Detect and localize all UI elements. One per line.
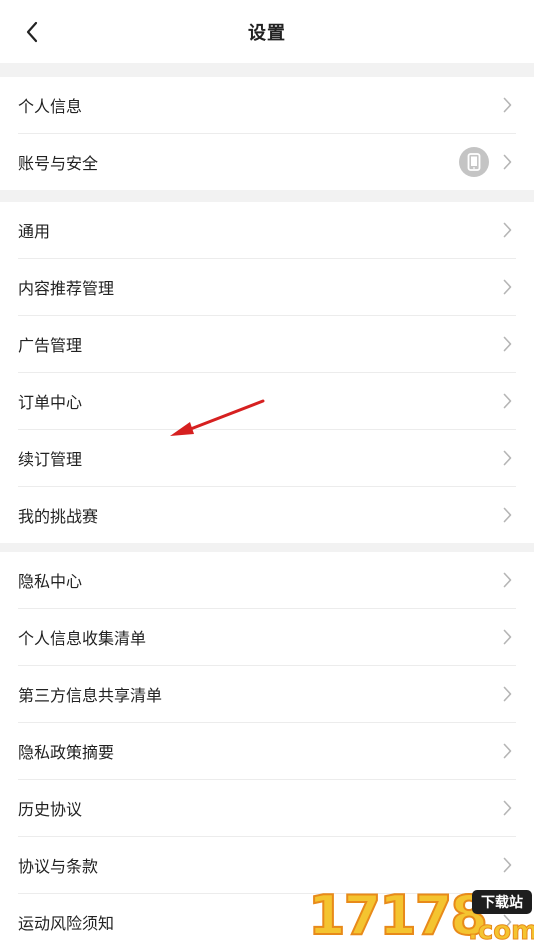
settings-item-history-agreements[interactable]: 历史协议 bbox=[18, 780, 516, 837]
chevron-right-icon bbox=[503, 97, 512, 113]
chevron-right-icon bbox=[503, 393, 512, 409]
watermark-digits: 17178 bbox=[307, 884, 489, 947]
chevron-right-icon bbox=[503, 743, 512, 759]
chevron-right-icon bbox=[503, 686, 512, 702]
settings-item-label: 第三方信息共享清单 bbox=[18, 686, 163, 705]
settings-item-label: 隐私政策摘要 bbox=[18, 743, 115, 762]
settings-item-label: 协议与条款 bbox=[18, 857, 99, 876]
settings-item-content-recommendation[interactable]: 内容推荐管理 bbox=[18, 259, 516, 316]
top-bar: 设置 bbox=[0, 0, 534, 63]
back-button[interactable] bbox=[14, 14, 50, 50]
settings-item-my-challenges[interactable]: 我的挑战赛 bbox=[18, 487, 516, 543]
settings-item-label: 运动风险须知 bbox=[18, 914, 115, 933]
settings-item-renewal-management[interactable]: 续订管理 bbox=[18, 430, 516, 487]
watermark-logo: 17178 下载站 .com bbox=[307, 884, 534, 950]
settings-item-account-security[interactable]: 账号与安全 bbox=[18, 134, 516, 190]
settings-item-label: 广告管理 bbox=[18, 336, 83, 355]
chevron-right-icon bbox=[503, 507, 512, 523]
settings-item-privacy-summary[interactable]: 隐私政策摘要 bbox=[18, 723, 516, 780]
settings-group-account: 个人信息 账号与安全 bbox=[0, 77, 534, 190]
settings-item-personal-info-list[interactable]: 个人信息收集清单 bbox=[18, 609, 516, 666]
settings-item-label: 隐私中心 bbox=[18, 572, 83, 591]
settings-item-label: 个人信息 bbox=[18, 97, 83, 116]
chevron-right-icon bbox=[503, 629, 512, 645]
settings-item-privacy-center[interactable]: 隐私中心 bbox=[18, 552, 516, 609]
chevron-right-icon bbox=[503, 857, 512, 873]
settings-item-label: 内容推荐管理 bbox=[18, 279, 115, 298]
settings-item-label: 个人信息收集清单 bbox=[18, 629, 147, 648]
chevron-right-icon bbox=[503, 336, 512, 352]
chevron-right-icon bbox=[503, 279, 512, 295]
settings-group-general: 通用 内容推荐管理 广告管理 订单中心 续订管理 我的挑战赛 bbox=[0, 202, 534, 543]
settings-item-label: 订单中心 bbox=[18, 393, 83, 412]
settings-item-ad-management[interactable]: 广告管理 bbox=[18, 316, 516, 373]
settings-item-label: 通用 bbox=[18, 222, 51, 241]
settings-item-label: 历史协议 bbox=[18, 800, 83, 819]
settings-item-personal-info[interactable]: 个人信息 bbox=[18, 77, 516, 134]
watermark-domain: .com bbox=[467, 916, 534, 947]
chevron-left-icon bbox=[26, 21, 38, 43]
settings-item-label: 账号与安全 bbox=[18, 154, 99, 173]
settings-item-label: 我的挑战赛 bbox=[18, 507, 99, 526]
chevron-right-icon bbox=[503, 154, 512, 170]
chevron-right-icon bbox=[503, 800, 512, 816]
phone-icon bbox=[459, 147, 489, 177]
watermark-badge: 下载站 bbox=[472, 890, 532, 914]
chevron-right-icon bbox=[503, 572, 512, 588]
page-title: 设置 bbox=[248, 22, 286, 44]
settings-item-general[interactable]: 通用 bbox=[18, 202, 516, 259]
settings-item-third-party-sharing[interactable]: 第三方信息共享清单 bbox=[18, 666, 516, 723]
chevron-right-icon bbox=[503, 450, 512, 466]
settings-item-order-center[interactable]: 订单中心 bbox=[18, 373, 516, 430]
chevron-right-icon bbox=[503, 222, 512, 238]
settings-item-label: 续订管理 bbox=[18, 450, 83, 469]
